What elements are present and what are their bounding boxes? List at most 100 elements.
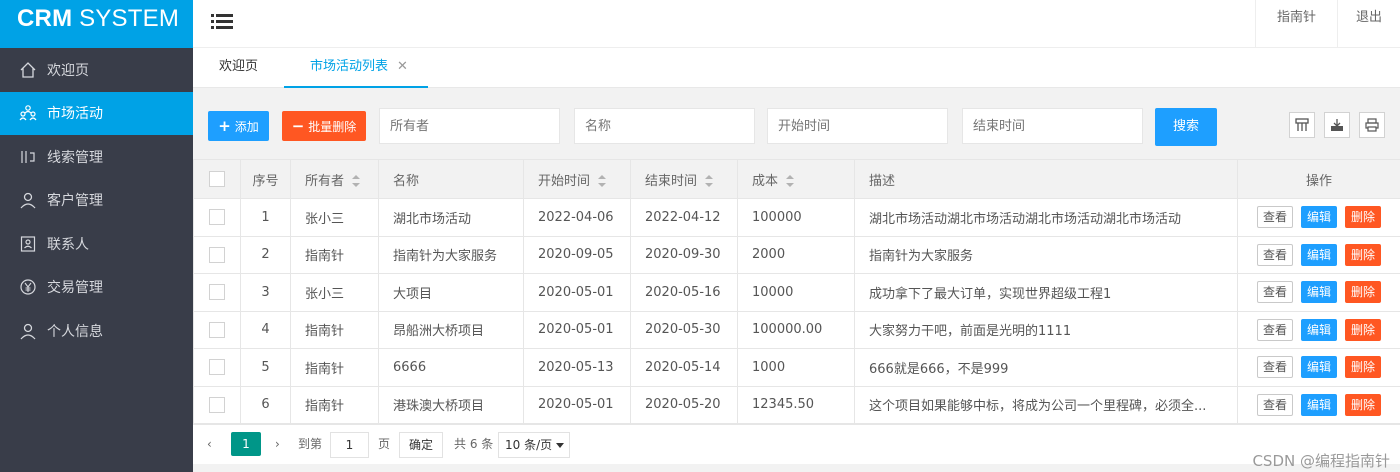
owner-search-input[interactable] bbox=[379, 108, 560, 144]
cell-cost: 12345.50 bbox=[737, 385, 855, 424]
view-button[interactable]: 查看 bbox=[1256, 243, 1293, 266]
row-select-cell bbox=[193, 348, 241, 387]
columns-filter-icon[interactable] bbox=[1289, 112, 1315, 138]
sidebar-item-6[interactable]: 个人信息 bbox=[0, 309, 193, 353]
tab-welcome[interactable]: 欢迎页 bbox=[193, 48, 284, 88]
logout-link[interactable]: 退出 bbox=[1337, 0, 1400, 47]
edit-button[interactable]: 编辑 bbox=[1300, 281, 1337, 304]
sort-icon[interactable] bbox=[786, 175, 795, 187]
sidebar-item-0[interactable]: 欢迎页 bbox=[0, 48, 193, 92]
minus-icon: − bbox=[291, 117, 305, 135]
prev-page-icon[interactable]: ‹ bbox=[207, 431, 212, 457]
table-row: 2 指南针 指南针为大家服务 2020-09-05 2020-09-30 2000 指南针为… bbox=[193, 235, 1400, 274]
col-end-header[interactable]: 结束时间 bbox=[630, 159, 738, 199]
menu-toggle-icon[interactable] bbox=[211, 12, 233, 30]
view-button[interactable]: 查看 bbox=[1256, 393, 1293, 416]
row-checkbox[interactable] bbox=[209, 359, 225, 376]
col-end-label: 结束时间 bbox=[645, 173, 698, 189]
cell-index: 1 bbox=[240, 198, 291, 237]
end-time-input[interactable] bbox=[962, 108, 1143, 144]
select-all-checkbox[interactable] bbox=[209, 171, 225, 187]
cell-start: 2020-05-13 bbox=[523, 348, 631, 387]
total-count-label: 共 6 条 bbox=[454, 437, 494, 451]
name-search-input[interactable] bbox=[574, 108, 755, 144]
batch-delete-button[interactable]: − 批量删除 bbox=[282, 111, 366, 141]
next-page-icon[interactable]: › bbox=[275, 431, 280, 457]
activity-table-wrap: 序号 所有者 名称 开始时间 结束时间 成本 描述 操作 1 张小三 湖北市场活动 2… bbox=[193, 159, 1400, 424]
page-size-value: 10 条/页 bbox=[505, 438, 553, 452]
cell-start: 2020-05-01 bbox=[523, 273, 631, 312]
sidebar-item-3[interactable]: 客户管理 bbox=[0, 179, 193, 223]
print-icon[interactable] bbox=[1359, 112, 1385, 138]
row-checkbox[interactable] bbox=[209, 396, 225, 413]
table-row: 1 张小三 湖北市场活动 2022-04-06 2022-04-12 100000 湖北市场… bbox=[193, 198, 1400, 237]
page-size-select[interactable]: 10 条/页 bbox=[498, 432, 570, 458]
row-checkbox[interactable] bbox=[209, 284, 225, 301]
view-button[interactable]: 查看 bbox=[1256, 356, 1293, 379]
view-button[interactable]: 查看 bbox=[1256, 318, 1293, 341]
delete-button[interactable]: 删除 bbox=[1345, 393, 1382, 416]
cell-end: 2020-05-14 bbox=[630, 348, 738, 387]
cell-name: 湖北市场活动 bbox=[378, 198, 524, 237]
row-checkbox[interactable] bbox=[209, 209, 225, 226]
cell-index: 4 bbox=[240, 310, 291, 349]
sort-icon[interactable] bbox=[352, 175, 361, 187]
cell-desc: 大家努力干吧，前面是光明的1111 bbox=[854, 310, 1238, 349]
cell-name: 指南针为大家服务 bbox=[378, 235, 524, 274]
col-cost-header[interactable]: 成本 bbox=[737, 159, 855, 199]
user-menu[interactable]: 指南针 bbox=[1255, 0, 1337, 47]
tab-activity-list[interactable]: 市场活动列表 ✕ bbox=[284, 48, 428, 88]
header-right: 指南针 退出 bbox=[1255, 0, 1400, 47]
cell-cost: 100000 bbox=[737, 198, 855, 237]
col-owner-header[interactable]: 所有者 bbox=[290, 159, 379, 199]
cell-end: 2020-05-20 bbox=[630, 385, 738, 424]
search-button[interactable]: 搜索 bbox=[1155, 108, 1217, 146]
row-checkbox[interactable] bbox=[209, 321, 225, 338]
export-icon[interactable] bbox=[1324, 112, 1350, 138]
tab-close-icon[interactable]: ✕ bbox=[397, 48, 408, 86]
col-desc-header: 描述 bbox=[854, 159, 1238, 199]
table-row: 5 指南针 6666 2020-05-13 2020-05-14 1000 666就是666… bbox=[193, 348, 1400, 387]
page-number-input[interactable]: 1 bbox=[330, 432, 369, 458]
top-header: 指南针 退出 bbox=[193, 0, 1400, 48]
edit-button[interactable]: 编辑 bbox=[1300, 356, 1337, 379]
confirm-page-button[interactable]: 确定 bbox=[399, 432, 443, 458]
cell-owner: 张小三 bbox=[290, 273, 379, 312]
edit-button[interactable]: 编辑 bbox=[1300, 206, 1337, 229]
sort-icon[interactable] bbox=[598, 175, 607, 187]
cell-start: 2020-05-01 bbox=[523, 310, 631, 349]
row-checkbox[interactable] bbox=[209, 246, 225, 263]
sidebar-item-5[interactable]: 交易管理 bbox=[0, 266, 193, 310]
table-row: 4 指南针 昂船洲大桥项目 2020-05-01 2020-05-30 100000.00… bbox=[193, 310, 1400, 349]
delete-button[interactable]: 删除 bbox=[1345, 206, 1382, 229]
table-row: 6 指南针 港珠澳大桥项目 2020-05-01 2020-05-20 12345.50 这… bbox=[193, 385, 1400, 424]
col-owner-label: 所有者 bbox=[305, 173, 345, 189]
cell-cost: 1000 bbox=[737, 348, 855, 387]
cell-cost: 100000.00 bbox=[737, 310, 855, 349]
table-row: 3 张小三 大项目 2020-05-01 2020-05-16 10000 成功拿下了最大订… bbox=[193, 273, 1400, 312]
delete-button[interactable]: 删除 bbox=[1345, 243, 1382, 266]
pagination: ‹ 1 › 到第 1 页 确定 共 6 条 10 条/页 bbox=[193, 424, 1400, 464]
sort-icon[interactable] bbox=[705, 175, 714, 187]
delete-button[interactable]: 删除 bbox=[1345, 318, 1382, 341]
cell-index: 2 bbox=[240, 235, 291, 274]
cell-name: 昂船洲大桥项目 bbox=[378, 310, 524, 349]
app-logo[interactable]: CRM SYSTEM bbox=[0, 0, 193, 48]
delete-button[interactable]: 删除 bbox=[1345, 281, 1382, 304]
chevron-down-icon bbox=[556, 443, 564, 448]
sidebar-item-4[interactable]: 联系人 bbox=[0, 222, 193, 266]
page-tabs: 欢迎页 市场活动列表 ✕ bbox=[193, 48, 1400, 88]
edit-button[interactable]: 编辑 bbox=[1300, 393, 1337, 416]
edit-button[interactable]: 编辑 bbox=[1300, 318, 1337, 341]
add-button[interactable]: + 添加 bbox=[208, 111, 269, 141]
sidebar-item-2[interactable]: 线索管理 bbox=[0, 135, 193, 179]
view-button[interactable]: 查看 bbox=[1256, 281, 1293, 304]
delete-button[interactable]: 删除 bbox=[1345, 356, 1382, 379]
person-icon bbox=[19, 322, 37, 340]
edit-button[interactable]: 编辑 bbox=[1300, 243, 1337, 266]
sidebar-item-1[interactable]: 市场活动 bbox=[0, 91, 193, 135]
start-time-input[interactable] bbox=[767, 108, 948, 144]
current-page-button[interactable]: 1 bbox=[231, 432, 261, 456]
col-start-header[interactable]: 开始时间 bbox=[523, 159, 631, 199]
view-button[interactable]: 查看 bbox=[1256, 206, 1293, 229]
